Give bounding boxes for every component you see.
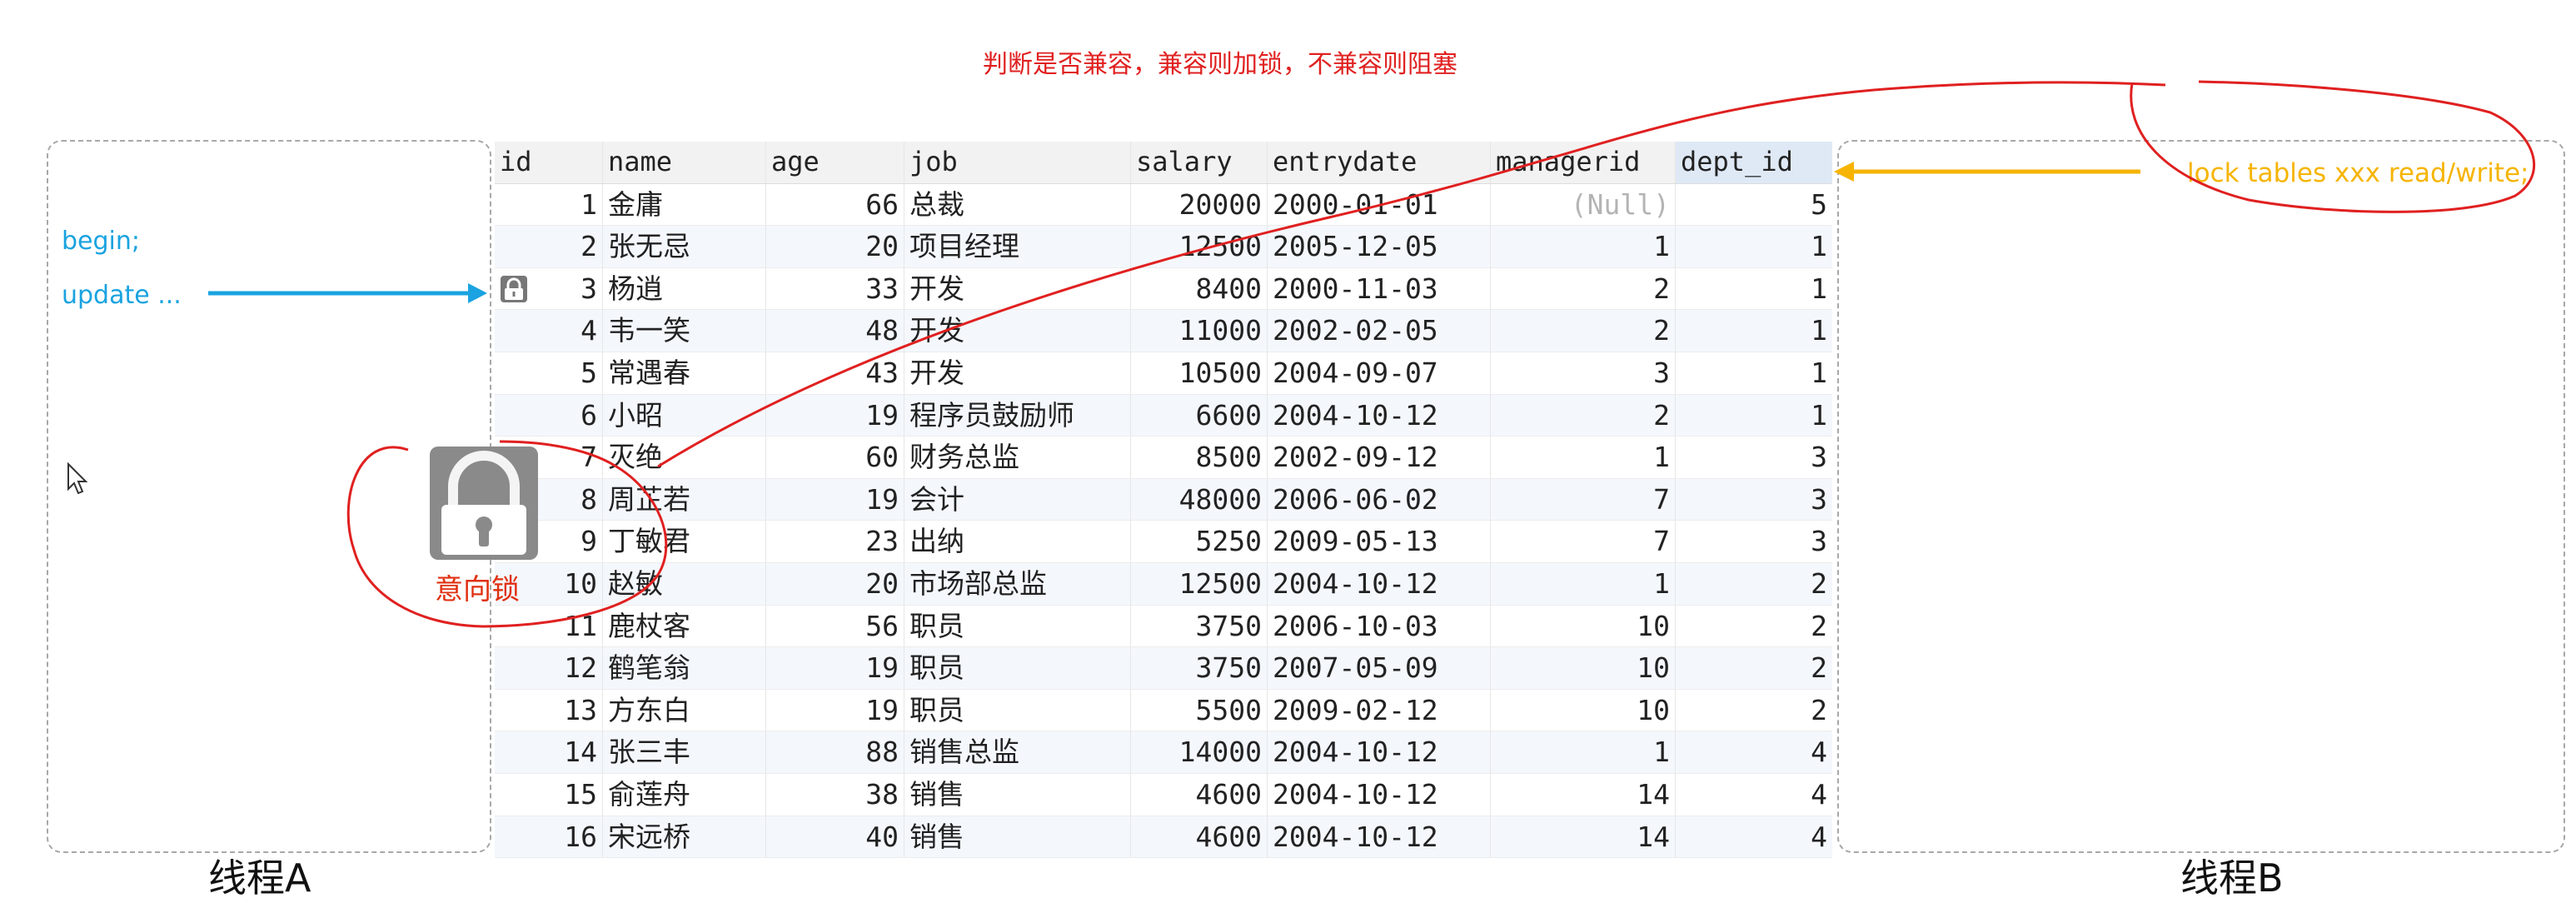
lock-command-circle [2130, 80, 2536, 213]
thread-a-arrow-icon [208, 283, 487, 303]
thread-b-arrow-icon [1834, 162, 2140, 182]
intention-lock-circle [346, 440, 668, 628]
compatibility-check-connector [657, 81, 2166, 468]
